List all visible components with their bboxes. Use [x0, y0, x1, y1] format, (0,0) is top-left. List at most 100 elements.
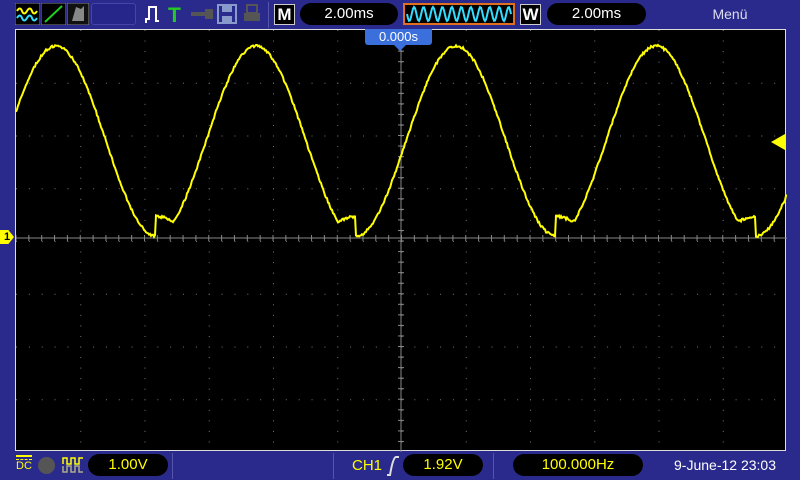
- grid-dot: [80, 83, 81, 84]
- coupling-indicator[interactable]: DC: [16, 455, 34, 477]
- grid-dot: [774, 294, 775, 295]
- grid-dot: [620, 399, 621, 400]
- grid-dot: [646, 188, 647, 189]
- grid-dot: [170, 399, 171, 400]
- grid-dot: [42, 241, 43, 242]
- grid-dot: [80, 104, 81, 105]
- grid-dot: [530, 178, 531, 179]
- grid-dot: [209, 441, 210, 442]
- grid-dot: [466, 399, 467, 400]
- grid-dot: [594, 368, 595, 369]
- trigger-t-icon[interactable]: T: [167, 3, 183, 25]
- grid-dot: [594, 209, 595, 210]
- grid-dot: [723, 230, 724, 231]
- grid-dot: [620, 347, 621, 348]
- grid-dot: [93, 136, 94, 137]
- grid-dot: [594, 188, 595, 189]
- trigger-source-label[interactable]: CH1: [352, 457, 382, 474]
- pulse-icon[interactable]: [144, 3, 164, 25]
- grid-dot: [504, 399, 505, 400]
- grid-dot: [594, 220, 595, 221]
- menu-button[interactable]: Menü: [690, 6, 770, 22]
- grid-dot: [569, 347, 570, 348]
- grid-dot: [350, 347, 351, 348]
- grid-dot: [774, 399, 775, 400]
- grid-dot: [183, 188, 184, 189]
- grid-dot: [93, 83, 94, 84]
- grid-dot: [363, 241, 364, 242]
- grid-dot: [119, 294, 120, 295]
- save-disk-icon[interactable]: [216, 3, 238, 25]
- grid-dot: [273, 399, 274, 400]
- grid-dot: [16, 294, 17, 295]
- reference-waveform-icon[interactable]: [67, 3, 89, 25]
- grid-dot: [594, 199, 595, 200]
- bandwidth-limit-icon[interactable]: [38, 457, 55, 474]
- main-timebase-value[interactable]: 2.00ms: [300, 3, 398, 25]
- grid-dot: [209, 420, 210, 421]
- grid-dot: [466, 136, 467, 137]
- grid-dot: [659, 146, 660, 147]
- invert-icon[interactable]: [62, 456, 84, 474]
- grid-dot: [723, 167, 724, 168]
- channel-waveform-icon[interactable]: [15, 3, 40, 25]
- trigger-level-marker-icon[interactable]: [771, 134, 785, 150]
- ch1-scale-value[interactable]: 1.00V: [88, 454, 168, 476]
- grid-dot: [659, 220, 660, 221]
- grid-dot: [659, 252, 660, 253]
- grid-dot: [659, 167, 660, 168]
- grid-dot: [530, 304, 531, 305]
- grid-dot: [556, 241, 557, 242]
- grid-dot: [504, 347, 505, 348]
- grid-dot: [145, 294, 146, 295]
- grid-dot: [659, 336, 660, 337]
- window-timebase-value[interactable]: 2.00ms: [547, 3, 646, 25]
- ch1-ground-marker[interactable]: 1: [0, 230, 14, 244]
- grid-dot: [260, 399, 261, 400]
- printer-icon[interactable]: [242, 3, 262, 25]
- grid-dot: [633, 241, 634, 242]
- grid-dot: [16, 399, 17, 400]
- grid-dot: [337, 252, 338, 253]
- grid-dot: [337, 431, 338, 432]
- grid-dot: [106, 136, 107, 137]
- grid-dot: [273, 83, 274, 84]
- window-timebase-w-label[interactable]: W: [520, 4, 541, 25]
- grid-dot: [273, 188, 274, 189]
- grid-dot: [453, 399, 454, 400]
- grid-dot: [183, 136, 184, 137]
- grid-dot: [581, 294, 582, 295]
- trigger-level-value[interactable]: 1.92V: [403, 454, 483, 476]
- grid-dot: [337, 209, 338, 210]
- grid-dot: [55, 136, 56, 137]
- grid-dot: [145, 136, 146, 137]
- grid-dot: [761, 83, 762, 84]
- grid-dot: [569, 83, 570, 84]
- grid-dot: [633, 399, 634, 400]
- grid-dot: [132, 136, 133, 137]
- grid-dot: [491, 136, 492, 137]
- grid-dot: [466, 357, 467, 358]
- grid-dot: [761, 241, 762, 242]
- grid-dot: [517, 399, 518, 400]
- grid-dot: [145, 199, 146, 200]
- key-icon[interactable]: [190, 3, 214, 25]
- grid-dot: [530, 167, 531, 168]
- window-zoom-waveform-icon[interactable]: [403, 3, 515, 25]
- math-line-icon[interactable]: [41, 3, 66, 25]
- grid-dot: [723, 368, 724, 369]
- trigger-position-label[interactable]: 0.000s: [365, 29, 432, 45]
- grid-dot: [530, 410, 531, 411]
- grid-dot: [157, 136, 158, 137]
- grid-dot: [466, 125, 467, 126]
- main-timebase-m-label[interactable]: M: [274, 4, 295, 25]
- grid-dot: [273, 294, 274, 295]
- grid-dot: [196, 399, 197, 400]
- grid-dot: [337, 114, 338, 115]
- grid-dot: [453, 294, 454, 295]
- grid-dot: [260, 136, 261, 137]
- grid-dot: [196, 83, 197, 84]
- grid-dot: [350, 241, 351, 242]
- grid-dot: [530, 273, 531, 274]
- grid-dot: [633, 188, 634, 189]
